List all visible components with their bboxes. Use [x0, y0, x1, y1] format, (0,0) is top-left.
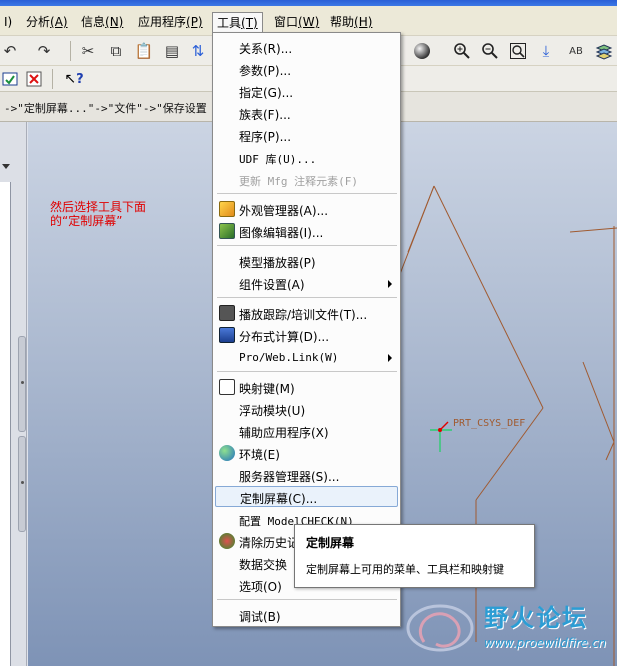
- appearance-manager-icon: [219, 201, 235, 217]
- menu-item-model-player[interactable]: 模型播放器(P): [215, 251, 398, 272]
- tooltip-title: 定制屏幕: [306, 536, 355, 550]
- cut-icon[interactable]: ✂: [78, 41, 98, 61]
- menu-item-environment[interactable]: 环境(E): [215, 443, 398, 464]
- menu-item-pro-web-link[interactable]: Pro/Web.Link(W): [215, 347, 398, 368]
- regenerate-icon[interactable]: ⇅: [188, 41, 208, 61]
- forum-watermark: 野火论坛 www.proewildfire.cn: [400, 592, 617, 662]
- menu-item-parameters[interactable]: 参数(P)...: [215, 59, 398, 80]
- menu-item-assembly-settings[interactable]: 组件设置(A): [215, 273, 398, 294]
- submenu-arrow-icon: [388, 354, 392, 362]
- panel-sash-handle[interactable]: [18, 436, 26, 532]
- shading-sphere-icon[interactable]: [412, 41, 432, 61]
- zoom-out-icon[interactable]: [480, 41, 500, 61]
- menu-item-server-manager[interactable]: 服务器管理器(S)...: [215, 465, 398, 486]
- reorient-icon[interactable]: ⤓: [536, 41, 556, 61]
- menu-edit-partial[interactable]: I): [0, 13, 16, 31]
- csys-label: PRT_CSYS_DEF: [453, 418, 526, 429]
- toolbar-separator: [70, 41, 71, 61]
- model-tree-panel: [0, 122, 27, 666]
- toolbar-separator: [52, 69, 53, 89]
- instruction-annotation: 然后选择工具下面 的“定制屏幕”: [50, 200, 146, 228]
- clear-history-icon: [219, 533, 235, 549]
- refit-icon[interactable]: [508, 41, 528, 61]
- saved-views-icon[interactable]: AB: [566, 41, 586, 61]
- copy-icon[interactable]: ⧉: [106, 41, 126, 61]
- menu-window[interactable]: 窗口(W): [270, 13, 323, 31]
- menu-separator: [217, 599, 397, 600]
- layers-icon[interactable]: [594, 41, 614, 61]
- menu-item-udf-library[interactable]: UDF 库(U)...: [215, 147, 398, 168]
- close-window-icon[interactable]: [24, 69, 44, 89]
- tooltip-body: 定制屏幕上可用的菜单、工具栏和映射键: [306, 563, 504, 576]
- model-tree-area[interactable]: [0, 182, 11, 666]
- undo-icon[interactable]: ↶: [0, 41, 20, 61]
- menu-item-relations[interactable]: 关系(R)...: [215, 37, 398, 58]
- menu-item-program[interactable]: 程序(P)...: [215, 125, 398, 146]
- csys-axes: [430, 421, 452, 452]
- submenu-arrow-icon: [388, 280, 392, 288]
- menu-info[interactable]: 信息(N): [77, 13, 127, 31]
- menu-help[interactable]: 帮助(H): [326, 13, 376, 31]
- paste-icon[interactable]: 📋: [134, 41, 154, 61]
- menu-item-mapkeys[interactable]: 映射键(M): [215, 377, 398, 398]
- menu-separator: [217, 193, 397, 194]
- menu-item-debug[interactable]: 调试(B): [215, 605, 398, 626]
- menu-separator: [217, 297, 397, 298]
- paste-special-icon[interactable]: ▤: [162, 41, 182, 61]
- redo-icon[interactable]: ↷: [34, 41, 54, 61]
- mapkey-icon: [219, 379, 235, 395]
- menu-analysis[interactable]: 分析(A): [22, 13, 72, 31]
- menu-item-appearance-manager[interactable]: 外观管理器(A)...: [215, 199, 398, 220]
- zoom-in-icon[interactable]: [452, 41, 472, 61]
- menu-item-assign[interactable]: 指定(G)...: [215, 81, 398, 102]
- image-editor-icon: [219, 223, 235, 239]
- menu-item-image-editor[interactable]: 图像编辑器(I)...: [215, 221, 398, 242]
- menu-separator: [217, 245, 397, 246]
- distributed-computing-icon: [219, 327, 235, 343]
- breadcrumb-text: ->"定制屏幕..."->"文件"->"保存设置: [4, 102, 207, 115]
- menu-item-distributed-computing[interactable]: 分布式计算(D)...: [215, 325, 398, 346]
- menu-item-customize-screen[interactable]: 定制屏幕(C)...: [215, 486, 398, 507]
- environment-globe-icon: [219, 445, 235, 461]
- watermark-title: 野火论坛: [484, 604, 588, 632]
- watermark-url: www.proewildfire.cn: [484, 636, 606, 650]
- customize-screen-tooltip: 定制屏幕 定制屏幕上可用的菜单、工具栏和映射键: [294, 524, 535, 588]
- menu-item-family-table[interactable]: 族表(F)...: [215, 103, 398, 124]
- menu-applications[interactable]: 应用程序(P): [134, 13, 207, 31]
- watermark-logo: [406, 604, 474, 652]
- menu-item-update-mfg-annotations: 更新 Mfg 注释元素(F): [239, 175, 358, 188]
- panel-collapse-icon[interactable]: [2, 164, 10, 169]
- menu-separator: [217, 371, 397, 372]
- window-list-icon[interactable]: [0, 69, 20, 89]
- menu-tools[interactable]: 工具(T): [212, 12, 263, 34]
- playback-trail-icon: [219, 305, 235, 321]
- panel-sash-handle[interactable]: [18, 336, 26, 432]
- menu-item-floating-modules[interactable]: 浮动模块(U): [215, 399, 398, 420]
- menu-item-auxiliary-applications[interactable]: 辅助应用程序(X): [215, 421, 398, 442]
- annotation-line-1: 然后选择工具下面: [50, 200, 147, 214]
- menu-item-play-trail[interactable]: 播放跟踪/培训文件(T)...: [215, 303, 398, 324]
- annotation-line-2: 的“定制屏幕”: [50, 214, 123, 228]
- context-help-icon[interactable]: ↖?: [64, 69, 84, 89]
